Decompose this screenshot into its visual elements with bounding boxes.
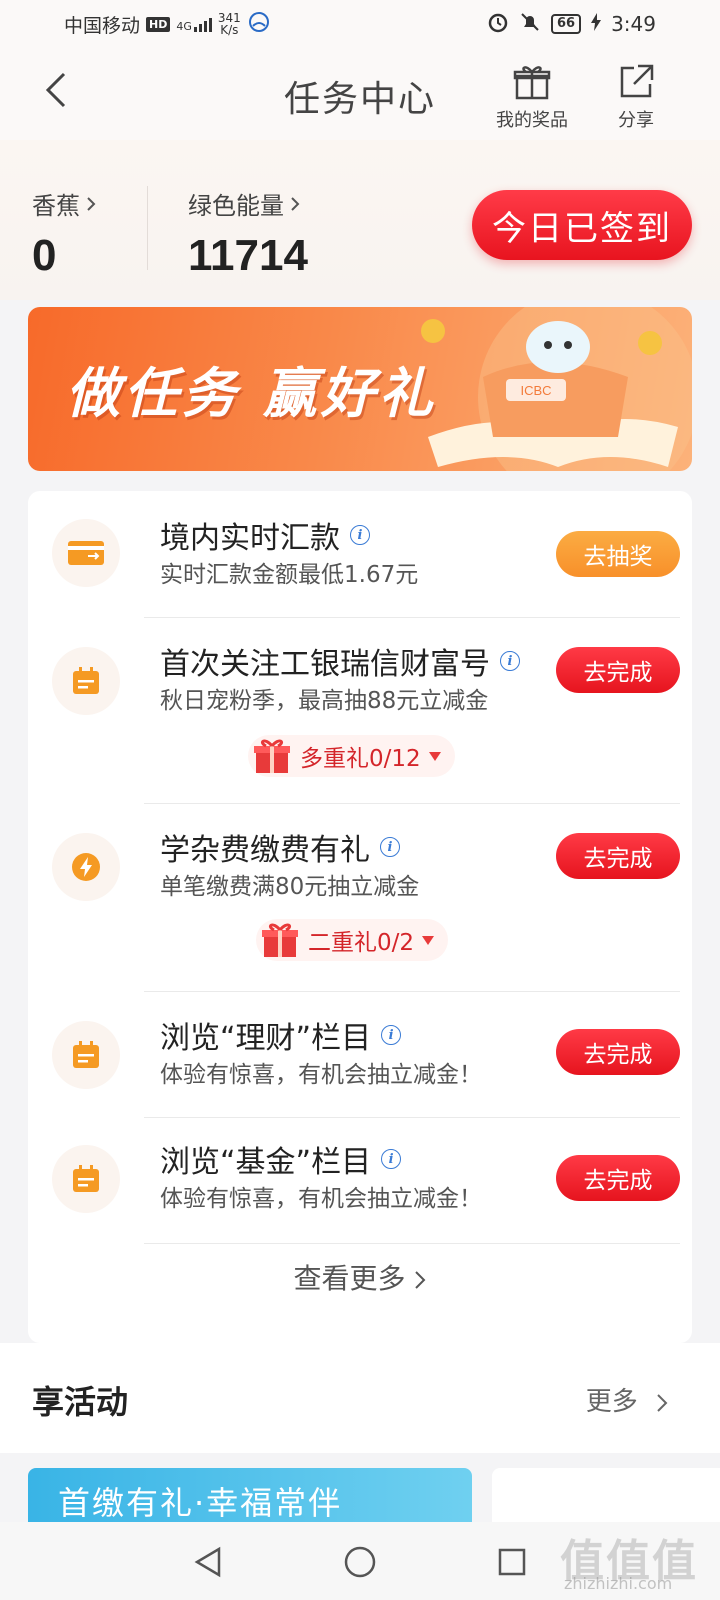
task-description: 实时汇款金额最低1.67元 — [160, 562, 419, 588]
multi-reward-progress[interactable]: 多重礼0/12 — [248, 735, 455, 777]
activity-banner-text: 首缴有礼·幸福常伴 — [58, 1484, 343, 1522]
more-label: 更多 — [585, 1387, 638, 1417]
share-button[interactable]: 分享 — [616, 62, 656, 132]
chevron-right-icon — [291, 196, 300, 211]
hd-badge: HD — [146, 16, 171, 32]
watermark-url: zhizhizhi.com — [564, 1574, 673, 1593]
nav-home-button[interactable] — [338, 1540, 382, 1584]
triangle-back-icon — [194, 1546, 221, 1578]
chevron-right-icon — [87, 196, 96, 211]
gift-box-icon — [262, 923, 298, 957]
alarm-icon — [487, 11, 509, 38]
expand-arrow-icon — [428, 751, 441, 761]
calendar-icon — [52, 1021, 120, 1089]
app-notification-icon — [247, 10, 271, 39]
task-description: 体验有惊喜，有机会抽立减金！ — [160, 1186, 482, 1212]
calendar-icon — [52, 647, 120, 715]
network-speed: 341 K/s — [217, 11, 241, 37]
battery-indicator: 66 — [550, 14, 582, 34]
signal-icon: 4G — [176, 16, 212, 32]
double-reward-progress[interactable]: 二重礼0/2 — [256, 919, 449, 961]
banana-value: 0 — [32, 231, 57, 280]
divider — [144, 1243, 680, 1244]
divider — [144, 617, 680, 618]
my-prizes-button[interactable]: 我的奖品 — [496, 62, 568, 132]
mute-bell-icon — [519, 11, 541, 38]
divider — [144, 991, 680, 992]
expand-arrow-icon — [422, 935, 435, 945]
activities-section-header: 享活动 更多 — [0, 1343, 720, 1453]
lightning-icon — [52, 833, 120, 901]
circle-home-icon — [344, 1546, 376, 1578]
book-mascot-illustration: ICBC — [421, 307, 692, 471]
daily-signin-button[interactable]: 今日已签到 — [472, 190, 692, 260]
info-icon[interactable]: i — [500, 651, 520, 671]
see-more-label: 查看更多 — [293, 1262, 406, 1295]
reward-progress-text: 二重礼0/2 — [308, 930, 415, 956]
banana-stat[interactable]: 香蕉 0 — [32, 186, 96, 281]
task-description: 体验有惊喜，有机会抽立减金！ — [160, 1062, 482, 1088]
chevron-right-icon — [415, 1271, 426, 1289]
task-title: 浏览“基金”栏目 — [160, 1145, 372, 1180]
see-more-link[interactable]: 查看更多 — [28, 1257, 692, 1297]
green-energy-label: 绿色能量 — [188, 192, 284, 220]
task-description: 单笔缴费满80元抽立减金 — [160, 874, 420, 900]
nav-recents-button[interactable] — [490, 1540, 534, 1584]
go-complete-button[interactable]: 去完成 — [556, 647, 680, 693]
divider — [144, 1117, 680, 1118]
status-bar: 中国移动 HD 4G 341 K/s 66 3:49 — [0, 0, 720, 48]
green-energy-value: 11714 — [188, 231, 308, 280]
nav-back-button[interactable] — [186, 1540, 230, 1584]
go-complete-button[interactable]: 去完成 — [556, 1029, 680, 1075]
square-recents-icon — [498, 1548, 526, 1576]
chevron-right-icon — [657, 1393, 668, 1412]
gift-box-icon — [254, 739, 290, 773]
task-list-card: 境内实时汇款 i 实时汇款金额最低1.67元 去抽奖 首次关注工银瑞信财富号 i… — [28, 491, 692, 1343]
app-header: 任务中心 我的奖品 分享 — [0, 48, 720, 140]
divider — [144, 803, 680, 804]
gift-icon — [513, 66, 551, 100]
banner-badge-text: ICBC — [520, 383, 551, 398]
info-icon[interactable]: i — [381, 1149, 402, 1169]
card-transfer-icon — [52, 519, 120, 587]
activities-title: 享活动 — [32, 1383, 129, 1421]
calendar-icon — [52, 1145, 120, 1213]
green-energy-stat[interactable]: 绿色能量 11714 — [188, 186, 308, 281]
info-icon[interactable]: i — [381, 1025, 402, 1045]
share-icon — [620, 64, 654, 98]
go-complete-button[interactable]: 去完成 — [556, 1155, 680, 1201]
go-complete-button[interactable]: 去完成 — [556, 833, 680, 879]
info-icon[interactable]: i — [380, 837, 400, 857]
activities-more-link[interactable]: 更多 — [586, 1381, 668, 1418]
task-title: 首次关注工银瑞信财富号 — [160, 647, 490, 682]
my-prizes-label: 我的奖品 — [496, 110, 568, 131]
promo-banner[interactable]: 做任务 赢好礼 ICBC — [28, 307, 692, 471]
banana-label: 香蕉 — [32, 192, 80, 220]
task-title: 学杂费缴费有礼 — [160, 833, 370, 868]
carrier-name: 中国移动 — [64, 14, 141, 37]
stat-divider — [147, 186, 148, 270]
share-label: 分享 — [618, 110, 654, 131]
points-summary: 香蕉 0 绿色能量 11714 今日已签到 — [0, 140, 720, 300]
info-icon[interactable]: i — [350, 525, 370, 545]
charging-icon — [591, 12, 602, 36]
clock: 3:49 — [611, 12, 656, 36]
task-description: 秋日宠粉季，最高抽88元立减金 — [160, 688, 489, 714]
reward-progress-text: 多重礼0/12 — [300, 746, 421, 772]
task-title: 浏览“理财”栏目 — [160, 1021, 372, 1056]
task-title: 境内实时汇款 — [160, 521, 340, 556]
go-lottery-button[interactable]: 去抽奖 — [556, 531, 680, 577]
page-title: 任务中心 — [283, 79, 436, 120]
